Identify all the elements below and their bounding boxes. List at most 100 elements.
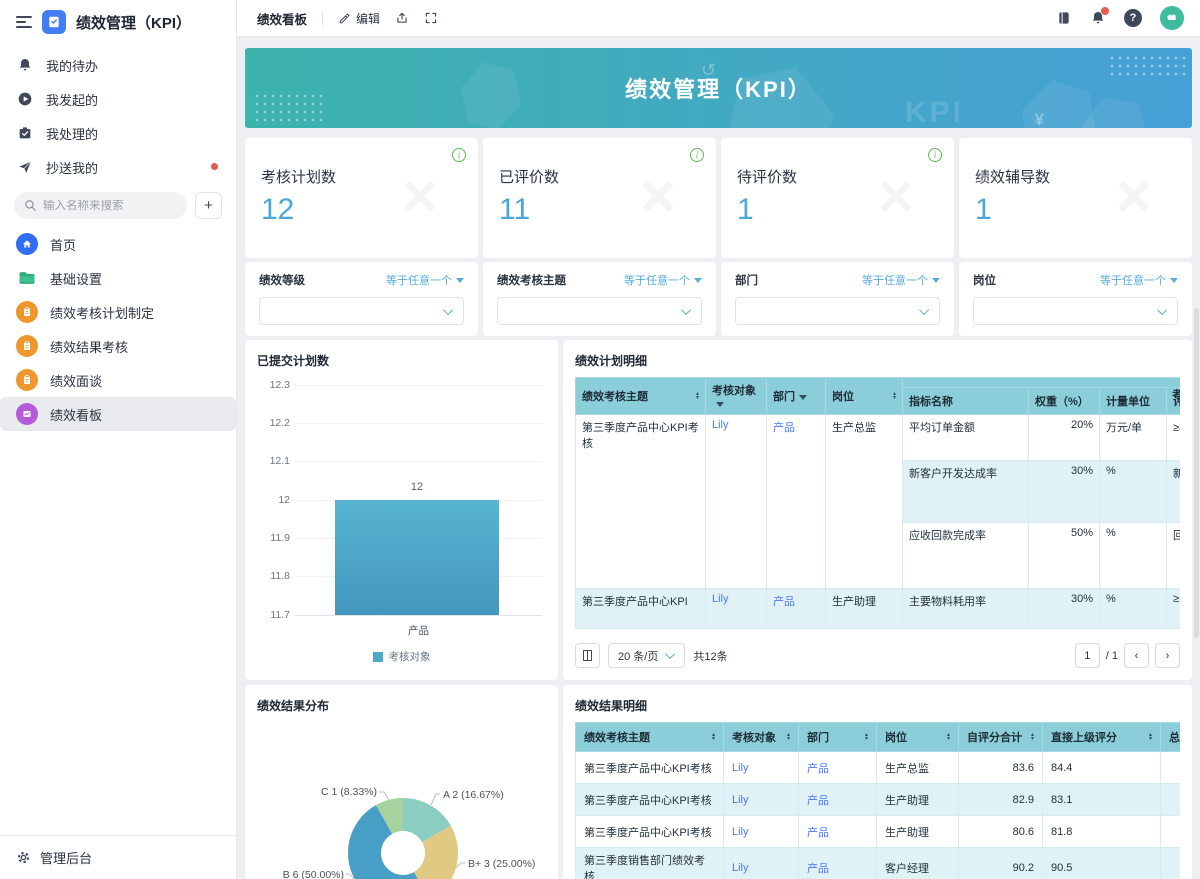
col-header-target[interactable]: 考核对象 (706, 378, 767, 415)
dots-decoration (1108, 54, 1186, 80)
cell-dept-link[interactable]: 产品 (767, 589, 826, 629)
dashboard-content: ↺ KPI ¥ 绩效管理（KPI） i × 考核计划数 12 i × 已评价数 … (237, 37, 1200, 879)
notifications-button[interactable] (1090, 10, 1106, 26)
donut-chart[interactable]: C 1 (8.33%) A 2 (16.67%) B+ 3 (25.00%) B… (245, 685, 558, 879)
leader-line (431, 794, 440, 805)
sidebar-search[interactable] (14, 192, 187, 219)
filter-icon[interactable] (799, 395, 807, 400)
col-header-post[interactable]: 岗位▴▾ (877, 723, 959, 752)
triangle-down-icon (932, 278, 940, 283)
fullscreen-button[interactable] (424, 11, 438, 25)
filter-select[interactable] (259, 297, 464, 325)
filter-select[interactable] (735, 297, 940, 325)
sidebar-item-result-assessment[interactable]: 绩效结果考核 (0, 329, 236, 363)
col-header-weight[interactable]: 权重（%） (1029, 387, 1100, 414)
sort-icon[interactable]: ▴▾ (712, 733, 715, 741)
prev-page-button[interactable]: ‹ (1124, 643, 1149, 668)
cell-dept-link[interactable]: 产品 (799, 816, 877, 848)
info-icon[interactable]: i (690, 148, 704, 162)
filter-operator[interactable]: 等于任意一个 (1100, 272, 1178, 288)
sort-icon[interactable]: ▴▾ (1031, 733, 1034, 741)
cell-indicator: 新客户开发达成率 (903, 461, 1029, 523)
avatar[interactable] (1160, 6, 1184, 30)
filter-operator[interactable]: 等于任意一个 (862, 272, 940, 288)
sort-icon[interactable]: ▴▾ (787, 733, 790, 741)
y-tick: 12.3 (257, 379, 290, 391)
cell-indicator: 平均订单金额 (903, 415, 1029, 461)
cell-target-link[interactable]: Lily (706, 415, 767, 589)
fullscreen-icon (424, 11, 438, 25)
cell-indicator: 应收回款完成率 (903, 523, 1029, 589)
col-header-total-score[interactable]: 总分合计 (1161, 723, 1181, 752)
y-tick: 12.2 (257, 417, 290, 429)
filter-select[interactable] (497, 297, 702, 325)
cell-target-link[interactable]: Lily (724, 752, 799, 784)
export-button[interactable] (395, 11, 409, 25)
edit-button[interactable]: 编辑 (338, 10, 380, 27)
journal-button[interactable] (1056, 10, 1072, 26)
cell-target-link[interactable]: Lily (706, 589, 767, 629)
sidebar-item-initiated[interactable]: 我发起的 (0, 82, 236, 116)
cell-target-link[interactable]: Lily (724, 848, 799, 879)
sort-icon[interactable]: ▴▾ (865, 733, 868, 741)
col-header-self-score[interactable]: 自评分合计▴▾ (959, 723, 1043, 752)
scrollbar[interactable] (1194, 308, 1199, 638)
sidebar-item-plan-making[interactable]: 绩效考核计划制定 (0, 295, 236, 329)
cell-dept-link[interactable]: 产品 (799, 784, 877, 816)
sort-icon[interactable]: ▴▾ (1149, 733, 1152, 741)
cell-dept-link[interactable]: 产品 (799, 848, 877, 879)
bar-产品[interactable] (335, 500, 499, 615)
cell-target-link[interactable]: Lily (724, 816, 799, 848)
col-header-post[interactable]: 岗位▴▾ (826, 378, 903, 415)
help-button[interactable]: ? (1124, 9, 1142, 27)
y-tick: 11.7 (257, 609, 290, 621)
plan-table-scroll-area[interactable]: 绩效考核主题▴▾ 考核对象 部门 岗位▴▾ 考核指标 指标名称 权重（%） 计量… (575, 377, 1180, 635)
info-icon[interactable]: i (452, 148, 466, 162)
column-settings-button[interactable] (575, 643, 600, 668)
sidebar-item-basic-settings[interactable]: 基础设置 (0, 261, 236, 295)
add-app-button[interactable]: + (195, 192, 222, 219)
cell-target-link[interactable]: Lily (724, 784, 799, 816)
sidebar-item-interview[interactable]: 绩效面谈 (0, 363, 236, 397)
filter-operator[interactable]: 等于任意一个 (386, 272, 464, 288)
chart-legend[interactable]: 考核对象 (257, 649, 546, 664)
search-input[interactable] (43, 200, 177, 212)
col-header-theme[interactable]: 绩效考核主题▴▾ (576, 378, 706, 415)
sort-icon[interactable]: ▴▾ (893, 392, 896, 400)
admin-backend-link[interactable]: 管理后台 (0, 835, 236, 879)
cell-theme: 第三季度销售部门绩效考核 (576, 848, 724, 879)
sidebar-item-cc-to-me[interactable]: 抄送我的 (0, 150, 236, 184)
sidebar-item-todo[interactable]: 我的待办 (0, 48, 236, 82)
col-header-dept[interactable]: 部门 (767, 378, 826, 415)
filter-icon[interactable] (716, 402, 724, 407)
pie-label-B-plus: B+ 3 (25.00%) (468, 858, 535, 870)
page-number-input[interactable]: 1 (1075, 643, 1100, 668)
col-header-indicator[interactable]: 指标名称 (903, 387, 1029, 414)
col-header-leader-score[interactable]: 直接上级评分▴▾ (1043, 723, 1161, 752)
sort-icon[interactable]: ▴▾ (947, 733, 950, 741)
cell-dept-link[interactable]: 产品 (799, 752, 877, 784)
sort-icon[interactable]: ▴▾ (696, 392, 699, 400)
result-table-scroll-area[interactable]: 绩效考核主题▴▾ 考核对象▴▾ 部门▴▾ 岗位▴▾ 自评分合计▴▾ 直接上级评分… (575, 722, 1180, 879)
sidebar-item-processed[interactable]: 我处理的 (0, 116, 236, 150)
hexagon-decoration (453, 56, 530, 128)
page-size-select[interactable]: 20 条/页 (608, 643, 685, 668)
sidebar-item-dashboard[interactable]: 绩效看板 (0, 397, 236, 431)
col-header-unit[interactable]: 计量单位 (1100, 387, 1167, 414)
next-page-button[interactable]: › (1155, 643, 1180, 668)
cell-dept-link[interactable]: 产品 (767, 415, 826, 589)
filter-select[interactable] (973, 297, 1178, 325)
tab-dashboard[interactable]: 绩效看板 (257, 9, 307, 28)
collapse-menu-icon[interactable] (16, 16, 32, 28)
col-header-theme[interactable]: 绩效考核主题▴▾ (576, 723, 724, 752)
y-tick: 11.8 (257, 570, 290, 582)
filter-post: 岗位 等于任意一个 (959, 262, 1192, 336)
topbar: 绩效看板 编辑 ? (237, 0, 1200, 37)
cell-post: 生产助理 (826, 589, 903, 629)
sidebar-item-home[interactable]: 首页 (0, 227, 236, 261)
send-icon (16, 158, 34, 176)
col-header-dept[interactable]: 部门▴▾ (799, 723, 877, 752)
col-header-target[interactable]: 考核对象▴▾ (724, 723, 799, 752)
filter-operator[interactable]: 等于任意一个 (624, 272, 702, 288)
info-icon[interactable]: i (928, 148, 942, 162)
